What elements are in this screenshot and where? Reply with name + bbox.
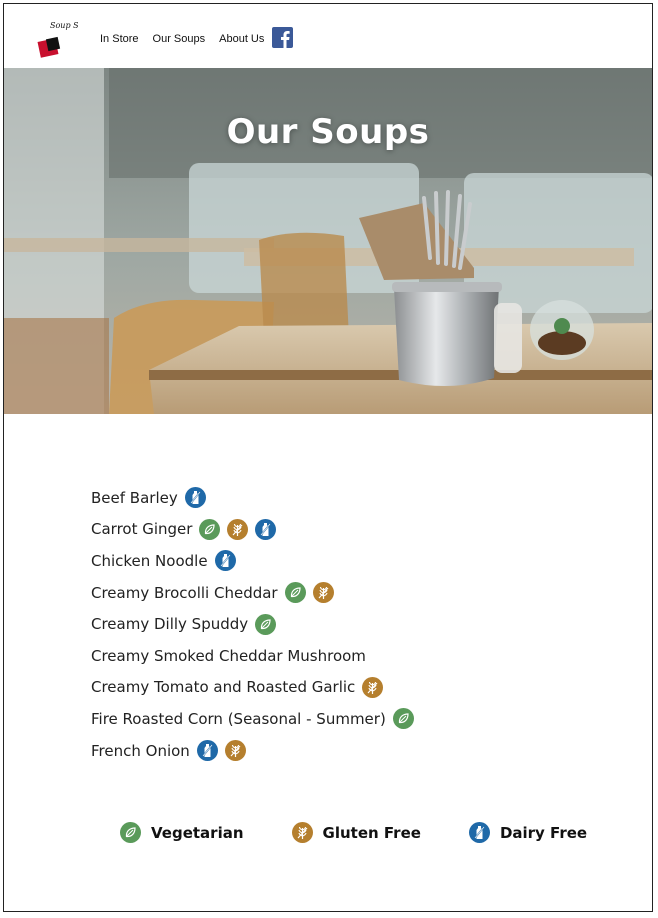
soup-item: Chicken Noodle — [91, 545, 421, 577]
soup-item: Creamy Dilly Spuddy — [91, 608, 421, 640]
gluten-free-icon — [312, 582, 334, 604]
gluten-free-icon — [227, 518, 249, 540]
soup-name: Creamy Tomato and Roasted Garlic — [91, 678, 356, 697]
soup-name: Chicken Noodle — [91, 551, 208, 570]
legend-item-gluten-free: Gluten Free — [291, 822, 421, 843]
page-title: Our Soups — [226, 112, 430, 152]
soup-item: Beef Barley — [91, 482, 421, 514]
nav-link-in-store[interactable]: In Store — [100, 33, 139, 45]
vegetarian-icon — [255, 613, 277, 635]
soup-item: Carrot Ginger — [91, 514, 421, 546]
soup-name: Beef Barley — [91, 488, 178, 507]
legend-label: Gluten Free — [322, 823, 421, 842]
gluten-free-icon — [224, 740, 246, 762]
soup-surreal-logo[interactable]: Soup Surreal — [36, 18, 78, 60]
legend-item-dairy-free: Dairy Free — [468, 822, 588, 843]
nav-links: In Store Our Soups About Us — [100, 33, 264, 45]
soup-name: Creamy Dilly Spuddy — [91, 615, 249, 634]
hero-banner: Our Soups — [4, 68, 652, 414]
vegetarian-icon — [199, 518, 221, 540]
vegetarian-icon — [120, 822, 141, 843]
soup-item: French Onion — [91, 735, 421, 767]
soup-name: Fire Roasted Corn (Seasonal - Summer) — [91, 709, 386, 728]
soup-name: French Onion — [91, 741, 190, 760]
dairy-free-icon — [255, 518, 277, 540]
facebook-icon[interactable] — [272, 27, 293, 48]
soup-name: Creamy Smoked Cheddar Mushroom — [91, 646, 366, 665]
vegetarian-icon — [392, 708, 414, 730]
gluten-free-icon — [362, 676, 384, 698]
nav-link-about-us[interactable]: About Us — [219, 33, 264, 45]
page-frame: Soup Surreal In Store Our Soups About Us — [3, 3, 653, 912]
soup-item: Creamy Smoked Cheddar Mushroom — [91, 640, 421, 672]
dairy-free-icon — [184, 487, 206, 509]
dairy-free-icon — [196, 740, 218, 762]
soup-name: Carrot Ginger — [91, 520, 193, 539]
dairy-free-icon — [468, 822, 490, 843]
gluten-free-icon — [291, 822, 313, 843]
dietary-legend: Vegetarian Gluten Free Dairy Free — [120, 822, 635, 843]
legend-item-vegetarian: Vegetarian — [120, 822, 244, 843]
soup-item: Creamy Tomato and Roasted Garlic — [91, 672, 421, 704]
svg-text:Soup Surreal: Soup Surreal — [50, 21, 78, 30]
top-nav: Soup Surreal In Store Our Soups About Us — [4, 4, 652, 68]
dairy-free-icon — [214, 550, 236, 572]
nav-link-our-soups[interactable]: Our Soups — [153, 33, 206, 45]
soup-list: Beef Barley Carrot Ginger Chicken Noodle Cr… — [91, 482, 421, 766]
soup-name: Creamy Brocolli Cheddar — [91, 583, 278, 602]
soup-item: Fire Roasted Corn (Seasonal - Summer) — [91, 703, 421, 735]
legend-label: Dairy Free — [499, 823, 588, 842]
soup-item: Creamy Brocolli Cheddar — [91, 577, 421, 609]
vegetarian-icon — [284, 582, 306, 604]
legend-label: Vegetarian — [151, 823, 244, 842]
